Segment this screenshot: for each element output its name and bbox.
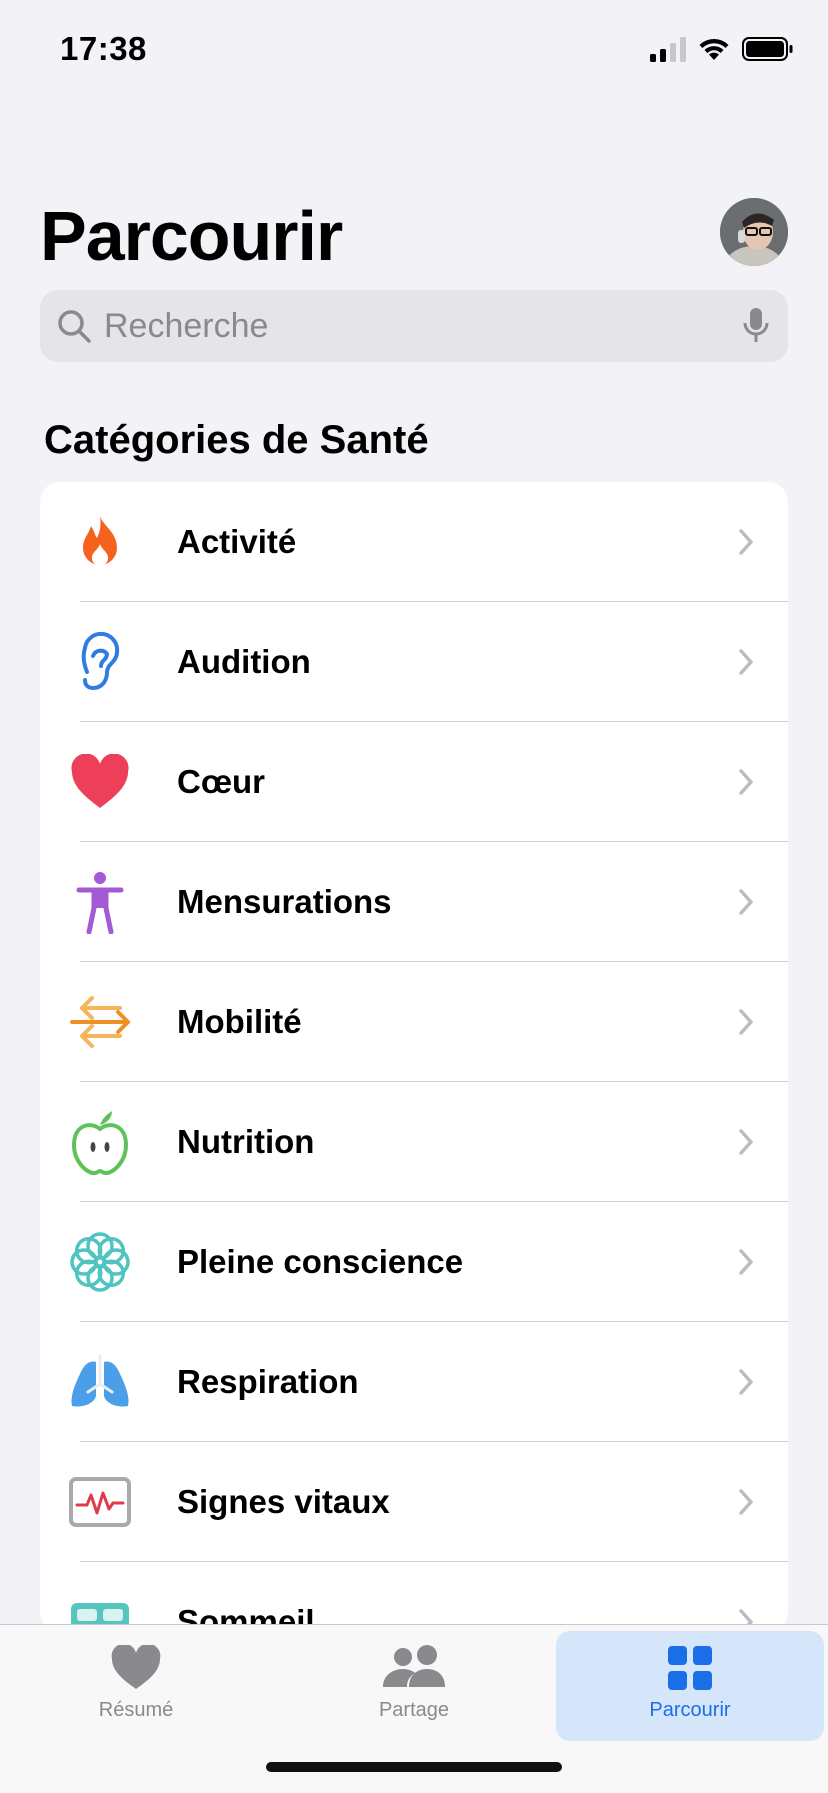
ear-icon xyxy=(68,630,132,694)
category-row-signes-vitaux[interactable]: Signes vitaux xyxy=(40,1442,788,1562)
search-icon xyxy=(58,310,91,343)
grid-icon xyxy=(668,1646,712,1690)
status-time: 17:38 xyxy=(60,30,147,67)
category-label: Audition xyxy=(177,643,311,680)
chevron-right-icon xyxy=(739,889,753,915)
page-title: Parcourir xyxy=(40,197,343,275)
category-row-audition[interactable]: Audition xyxy=(40,602,788,722)
chevron-right-icon xyxy=(739,1489,753,1515)
tab-label: Partage xyxy=(378,1699,450,1721)
category-row-mensurations[interactable]: Mensurations xyxy=(40,842,788,962)
chevron-right-icon xyxy=(739,769,753,795)
vitals-monitor-icon xyxy=(68,1470,132,1534)
section-title: Catégories de Santé xyxy=(44,418,429,462)
avatar[interactable] xyxy=(720,198,788,266)
tab-partage[interactable]: Partage xyxy=(278,1631,550,1741)
apple-icon xyxy=(68,1110,132,1175)
chevron-right-icon xyxy=(739,1369,753,1395)
tab-parcourir[interactable]: Parcourir xyxy=(556,1631,824,1741)
mindfulness-flower-icon xyxy=(68,1230,132,1294)
arrows-icon xyxy=(68,990,132,1054)
body-figure-icon xyxy=(68,870,132,934)
category-label: Pleine conscience xyxy=(177,1243,464,1280)
category-label: Signes vitaux xyxy=(177,1483,390,1520)
tab-label: Résumé xyxy=(98,1699,174,1721)
microphone-icon[interactable] xyxy=(742,307,770,345)
categories-list: Activité Audition Cœur Mensurations Mobi… xyxy=(40,482,788,1632)
status-bar: 17:38 xyxy=(0,0,828,100)
people-icon xyxy=(383,1645,445,1687)
battery-icon xyxy=(742,37,793,61)
category-label: Activité xyxy=(177,523,297,560)
chevron-right-icon xyxy=(739,529,753,555)
cellular-signal-icon xyxy=(650,37,686,62)
lungs-icon xyxy=(68,1350,132,1414)
heart-icon xyxy=(68,750,132,814)
flame-icon xyxy=(68,510,132,574)
search-input[interactable] xyxy=(102,305,706,347)
category-row-sommeil[interactable]: Sommeil xyxy=(40,1562,788,1632)
category-label: Nutrition xyxy=(177,1123,315,1160)
category-row-coeur[interactable]: Cœur xyxy=(40,722,788,842)
category-label: Cœur xyxy=(177,763,265,800)
category-row-respiration[interactable]: Respiration xyxy=(40,1322,788,1442)
chevron-right-icon xyxy=(739,649,753,675)
chevron-right-icon xyxy=(739,1009,753,1035)
home-indicator xyxy=(266,1762,562,1772)
category-row-pleine-conscience[interactable]: Pleine conscience xyxy=(40,1202,788,1322)
search-bar[interactable] xyxy=(40,290,788,362)
tab-label: Parcourir xyxy=(649,1699,731,1721)
chevron-right-icon xyxy=(739,1249,753,1275)
chevron-right-icon xyxy=(739,1129,753,1155)
category-row-nutrition[interactable]: Nutrition xyxy=(40,1082,788,1202)
heart-icon xyxy=(111,1645,161,1689)
category-row-mobilite[interactable]: Mobilité xyxy=(40,962,788,1082)
category-label: Mobilité xyxy=(177,1003,302,1040)
tab-resume[interactable]: Résumé xyxy=(0,1631,272,1741)
category-label: Mensurations xyxy=(177,883,392,920)
category-label: Respiration xyxy=(177,1363,359,1400)
category-row-activite[interactable]: Activité xyxy=(40,482,788,602)
wifi-icon xyxy=(699,38,729,60)
profile-photo-icon xyxy=(720,198,788,266)
status-icons xyxy=(650,34,794,64)
